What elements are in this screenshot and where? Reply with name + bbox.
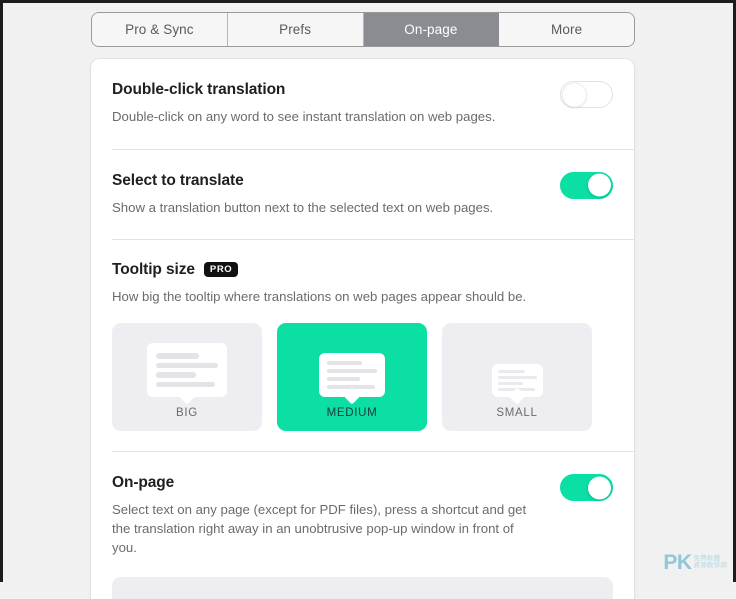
tooltip-bubble-medium-icon	[319, 335, 385, 405]
tab-prefs[interactable]: Prefs	[227, 13, 364, 46]
setting-description: Select text on any page (except for PDF …	[112, 502, 527, 555]
setting-double-click-translation: Double-click translation Double-click on…	[91, 59, 634, 149]
select-to-translate-toggle[interactable]	[560, 171, 613, 199]
setting-title: Select to translate	[112, 171, 244, 189]
tooltip-size-label: MEDIUM	[326, 407, 378, 420]
toggle-knob-icon	[588, 173, 611, 197]
tooltip-bubble-small-icon	[491, 335, 543, 405]
setting-description: Show a translation button next to the se…	[112, 199, 494, 215]
main-shortcut-panel[interactable]: Main shortcut	[112, 577, 613, 599]
tooltip-bubble-big-icon	[147, 335, 227, 405]
setting-title-text: Tooltip size	[112, 261, 195, 279]
tab-more[interactable]: More	[499, 13, 634, 46]
tab-on-page[interactable]: On-page	[363, 13, 500, 46]
tooltip-size-option-big[interactable]: BIG	[112, 323, 262, 432]
watermark-line-2: 資源教學網	[693, 562, 727, 570]
tooltip-size-label: BIG	[176, 407, 198, 420]
tooltip-size-option-small[interactable]: SMALL	[442, 323, 592, 432]
double-click-translation-toggle[interactable]	[560, 81, 613, 108]
setting-on-page: On-page Select text on any page (except …	[91, 452, 634, 563]
watermark-logo: PK	[663, 551, 692, 575]
tooltip-size-options: BIG MEDIUM SMALL	[112, 323, 634, 432]
setting-description: How big the tooltip where translations o…	[112, 289, 527, 305]
toggle-knob-icon	[562, 82, 587, 107]
setting-title: Double-click translation	[112, 81, 286, 98]
setting-description: Double-click on any word to see instant …	[112, 109, 496, 124]
watermark-line-1: 免費軟體	[693, 555, 721, 563]
tooltip-size-option-medium[interactable]: MEDIUM	[277, 323, 427, 432]
setting-title: On-page	[112, 474, 175, 492]
tooltip-size-label: SMALL	[496, 407, 538, 420]
setting-title: Tooltip size PRO	[112, 261, 613, 279]
setting-select-to-translate: Select to translate Show a translation b…	[91, 150, 634, 240]
tab-pro-and-sync[interactable]: Pro & Sync	[92, 13, 228, 46]
settings-card: Double-click translation Double-click on…	[91, 59, 634, 599]
toggle-knob-icon	[588, 476, 611, 500]
pro-badge: PRO	[203, 262, 239, 277]
setting-tooltip-size: Tooltip size PRO How big the tooltip whe…	[91, 240, 634, 451]
watermark: PK 免費軟體 資源教學網	[663, 551, 728, 575]
settings-tab-bar: Pro & Sync Prefs On-page More	[91, 12, 635, 47]
watermark-text: 免費軟體 資源教學網	[694, 556, 728, 572]
on-page-toggle[interactable]	[560, 474, 613, 502]
